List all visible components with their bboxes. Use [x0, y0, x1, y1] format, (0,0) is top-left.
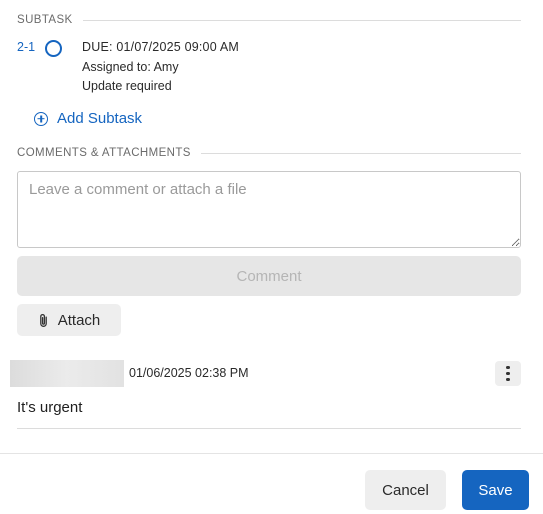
subtask-due-date: DUE: 01/07/2025 09:00 AM	[82, 40, 239, 54]
save-button[interactable]: Save	[462, 470, 529, 510]
subtask-item[interactable]: 2-1 DUE: 01/07/2025 09:00 AM Assigned to…	[17, 38, 239, 97]
comments-section-divider	[200, 152, 521, 154]
add-subtask-label: Add Subtask	[57, 110, 143, 127]
subtask-section-title: SUBTASK	[17, 14, 73, 26]
subtask-section-header: SUBTASK	[17, 14, 521, 26]
subtask-assignee: Assigned to: Amy	[82, 59, 179, 74]
subtask-note: Update required	[82, 79, 172, 93]
attach-label: Attach	[57, 311, 101, 329]
subtask-details: DUE: 01/07/2025 09:00 AM Assigned to: Am…	[82, 38, 239, 97]
comment-timestamp: 01/06/2025 02:38 PM	[129, 366, 249, 380]
subtask-id[interactable]: 2-1	[17, 38, 39, 97]
subtask-section-divider	[82, 19, 521, 21]
comment-divider	[17, 428, 521, 429]
commenter-avatar	[10, 360, 124, 387]
add-subtask-button[interactable]: Add Subtask	[34, 110, 142, 127]
plus-circle-icon	[34, 111, 48, 126]
footer-divider	[0, 453, 543, 454]
comment-button[interactable]: Comment	[17, 256, 521, 296]
cancel-button[interactable]: Cancel	[365, 470, 446, 510]
attach-button[interactable]: Attach	[17, 304, 121, 336]
comments-section-title: COMMENTS & ATTACHMENTS	[17, 147, 191, 159]
comments-section-header: COMMENTS & ATTACHMENTS	[17, 147, 521, 159]
paperclip-icon	[39, 313, 47, 327]
comment-input[interactable]	[17, 171, 521, 248]
circle-icon[interactable]	[45, 40, 62, 57]
comment-text: It's urgent	[17, 399, 83, 416]
more-vertical-icon[interactable]	[495, 361, 521, 386]
